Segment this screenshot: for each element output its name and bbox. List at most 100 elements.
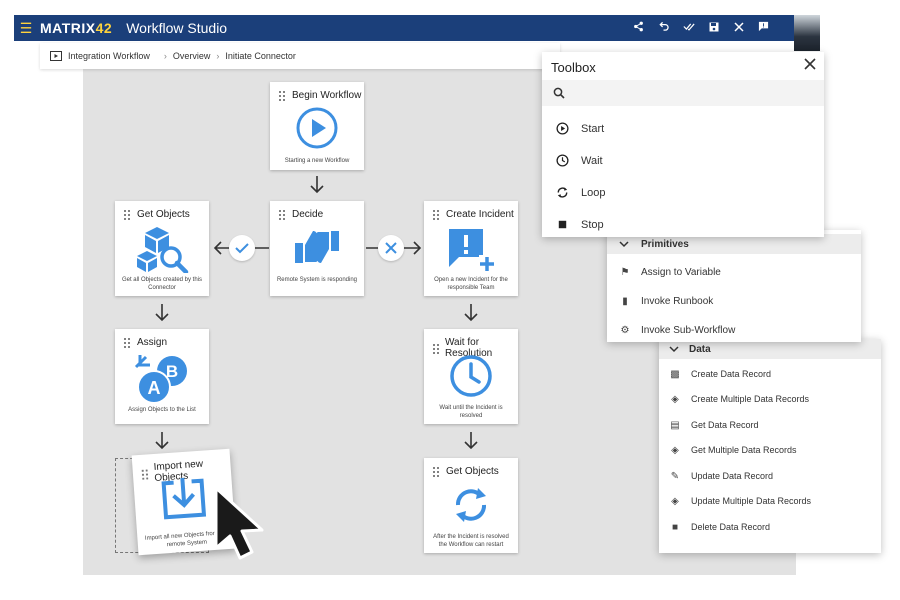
update-record-icon: ✎: [670, 470, 680, 482]
branch-yes-connector[interactable]: [229, 235, 255, 261]
play-circle-icon: [556, 122, 569, 135]
arrow-down-icon: [155, 432, 169, 450]
arrow-down-icon: [464, 432, 478, 450]
chevron-down-icon: [669, 345, 679, 352]
assign-ab-icon: BA: [115, 353, 209, 405]
node-title: Get Objects: [446, 466, 499, 477]
update-multiple-records-icon: ◈: [671, 495, 679, 507]
get-multiple-records-icon: ◈: [671, 444, 679, 456]
mouse-cursor-icon: [214, 486, 264, 560]
toolbox-item-delete-data-record[interactable]: ■ Delete Data Record: [669, 521, 770, 533]
breadcrumb-root[interactable]: Integration Workflow: [68, 51, 150, 61]
node-get-objects-restart[interactable]: Get Objects After the Incident is resolv…: [424, 458, 518, 553]
runbook-icon: ▮: [622, 295, 628, 307]
drag-handle[interactable]: [432, 209, 440, 220]
breadcrumb-overview[interactable]: Overview: [173, 51, 211, 61]
undo-icon[interactable]: [651, 21, 676, 35]
toolbox-item-stop[interactable]: Stop: [556, 218, 604, 231]
cubes-search-icon: [115, 225, 209, 273]
user-avatar[interactable]: [794, 15, 820, 51]
variable-icon: ⚑: [620, 266, 630, 278]
sync-icon: [424, 482, 518, 528]
drag-handle[interactable]: [278, 209, 286, 220]
drag-handle[interactable]: [123, 209, 131, 220]
toolbox-item-wait[interactable]: Wait: [556, 154, 603, 167]
svg-text:A: A: [148, 378, 161, 398]
node-begin-workflow[interactable]: Begin Workflow Starting a new Workflow: [270, 82, 364, 170]
toolbox-panel: Toolbox Start Wait Loop Stop: [542, 52, 824, 237]
matrix42-logo: MATRIX42: [40, 20, 113, 36]
loop-icon: [557, 187, 568, 198]
hamburger-icon[interactable]: ☰: [14, 20, 38, 37]
node-description: Open a new Incident for the responsible …: [434, 277, 508, 292]
toolbox-item-get-data-record[interactable]: ▤ Get Data Record: [669, 419, 758, 431]
node-decide[interactable]: Decide Remote System is responding: [270, 201, 364, 296]
node-get-objects[interactable]: Get Objects Get all Objects created by t…: [115, 201, 209, 296]
toolbox-item-create-multiple-data-records[interactable]: ◈ Create Multiple Data Records: [669, 393, 809, 405]
arrow-down-icon: [464, 304, 478, 322]
create-record-icon: ▩: [670, 368, 680, 380]
node-title: Assign: [137, 337, 168, 348]
workflow-icon: [50, 51, 62, 61]
create-multiple-records-icon: ◈: [671, 393, 679, 405]
arrow-down-icon: [310, 176, 324, 194]
node-description: Get all Objects created by this Connecto…: [121, 277, 203, 292]
node-description: Remote System is responding: [276, 277, 358, 283]
check-icon: [235, 243, 249, 254]
node-assign[interactable]: Assign BA Assign Objects to the List: [115, 329, 209, 424]
clock-icon: [556, 154, 569, 167]
delete-record-icon: ■: [671, 521, 679, 533]
feedback-icon[interactable]: [751, 21, 776, 35]
toolbox-item-assign-to-variable[interactable]: ⚑ Assign to Variable: [619, 266, 721, 278]
node-description: Starting a new Workflow: [284, 158, 350, 164]
app-header: ☰ MATRIX42 Workflow Studio: [14, 15, 820, 41]
header-toolbar: [626, 15, 776, 41]
branch-no-connector[interactable]: [378, 235, 404, 261]
save-icon[interactable]: [701, 21, 726, 35]
toolbox-title: Toolbox: [551, 60, 596, 75]
node-description: Assign Objects to the List: [128, 407, 196, 413]
node-description: Wait until the Incident is resolved: [439, 405, 503, 420]
data-panel: Data ▩ Create Data Record ◈ Create Multipl…: [659, 339, 881, 553]
node-title: Begin Workflow: [292, 90, 362, 101]
node-create-incident[interactable]: Create Incident Open a new Incident for …: [424, 201, 518, 296]
drag-handle[interactable]: [123, 337, 131, 348]
toolbox-item-update-data-record[interactable]: ✎ Update Data Record: [669, 470, 773, 482]
play-circle-icon: [270, 106, 364, 150]
app-title: Workflow Studio: [126, 20, 228, 36]
thumbs-up-down-icon: [270, 225, 364, 269]
search-icon: [553, 87, 565, 99]
node-description: After the Incident is resolved the Workf…: [433, 534, 509, 549]
check-all-icon[interactable]: [676, 21, 701, 35]
close-icon[interactable]: [804, 57, 816, 75]
toolbox-search[interactable]: [542, 80, 824, 106]
toolbox-item-loop[interactable]: Loop: [556, 186, 605, 199]
stop-icon: [558, 220, 567, 229]
toolbox-item-create-data-record[interactable]: ▩ Create Data Record: [669, 368, 771, 380]
chevron-down-icon: [619, 240, 629, 247]
share-icon[interactable]: [626, 21, 651, 35]
primitives-panel: Primitives ⚑ Assign to Variable ▮ Invoke R…: [607, 230, 861, 342]
drag-handle[interactable]: [432, 466, 440, 477]
breadcrumb: Integration Workflow › Overview › Initia…: [40, 43, 560, 69]
node-title: Get Objects: [137, 209, 190, 220]
get-record-icon: ▤: [670, 419, 680, 431]
drag-handle[interactable]: [278, 90, 286, 101]
node-wait-for-resolution[interactable]: Wait for Resolution Wait until the Incid…: [424, 329, 518, 424]
toolbox-item-start[interactable]: Start: [556, 122, 604, 135]
alert-message-add-icon: [424, 225, 518, 273]
toolbox-item-invoke-runbook[interactable]: ▮ Invoke Runbook: [619, 295, 713, 307]
primitives-section-header[interactable]: Primitives: [607, 234, 861, 254]
gear-icon: ⚙: [620, 324, 630, 336]
close-icon[interactable]: [726, 21, 751, 35]
search-input[interactable]: [572, 84, 812, 102]
cross-icon: [385, 242, 397, 254]
toolbox-item-update-multiple-data-records[interactable]: ◈ Update Multiple Data Records: [669, 495, 811, 507]
breadcrumb-initiate-connector[interactable]: Initiate Connector: [225, 51, 296, 61]
clock-icon: [424, 353, 518, 399]
toolbox-item-invoke-sub-workflow[interactable]: ⚙ Invoke Sub-Workflow: [619, 324, 736, 336]
drag-handle[interactable]: [432, 342, 439, 354]
data-section-header[interactable]: Data: [659, 339, 881, 359]
toolbox-item-get-multiple-data-records[interactable]: ◈ Get Multiple Data Records: [669, 444, 796, 456]
node-title: Create Incident: [446, 209, 514, 220]
